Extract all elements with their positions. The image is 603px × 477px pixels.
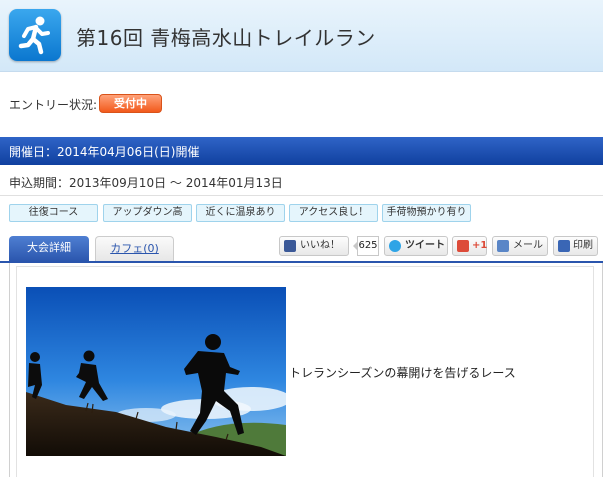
entry-status-badge: 受付中	[99, 94, 162, 113]
like-count: 625	[353, 236, 379, 256]
page-title: 第16回 青梅高水山トレイルラン	[76, 26, 376, 50]
tab-cafe-label: カフェ(0)	[110, 242, 159, 255]
print-label: 印刷	[573, 240, 593, 251]
event-caption: トレランシーズンの幕開けを告げるレース	[289, 366, 516, 380]
printer-icon	[558, 240, 570, 252]
tag-good-access[interactable]: アクセス良し！	[289, 204, 378, 222]
event-photo	[26, 287, 286, 456]
google-plus-button[interactable]: +1	[452, 236, 487, 256]
tag-hot-spring[interactable]: 近くに温泉あり	[196, 204, 285, 222]
app-logo	[9, 9, 61, 61]
event-date-band: 開催日：2014年04月06日(日)開催	[0, 137, 603, 165]
event-date: 開催日：2014年04月06日(日)開催	[9, 145, 200, 159]
gplus-label: +1	[472, 240, 488, 251]
application-period: 申込期間：2013年09月10日 〜 2014年01月13日	[9, 176, 283, 190]
tweet-button[interactable]: ツイート	[384, 236, 448, 256]
print-button[interactable]: 印刷	[553, 236, 598, 256]
like-label: いいね！	[300, 240, 340, 251]
divider	[0, 195, 603, 196]
mail-button[interactable]: メール	[492, 236, 548, 256]
google-plus-icon	[457, 240, 469, 252]
tab-event-details[interactable]: 大会詳細	[9, 236, 89, 262]
entry-status-label: エントリー状況:	[9, 98, 98, 112]
header: 第16回 青梅高水山トレイルラン	[0, 0, 603, 72]
tag-round-trip-course[interactable]: 往復コース	[9, 204, 98, 222]
tag-luggage-storage[interactable]: 手荷物預かり有り	[382, 204, 471, 222]
twitter-icon	[389, 240, 401, 252]
facebook-icon	[284, 240, 296, 252]
mail-icon	[497, 240, 509, 252]
tag-high-elevation[interactable]: アップダウン高	[103, 204, 192, 222]
runner-icon	[18, 16, 50, 55]
mail-label: メール	[513, 240, 543, 251]
tweet-label: ツイート	[405, 240, 445, 251]
page: 第16回 青梅高水山トレイルラン エントリー状況: 受付中 開催日：2014年0…	[0, 0, 603, 477]
tab-cafe[interactable]: カフェ(0)	[95, 236, 174, 262]
facebook-like-button[interactable]: いいね！	[279, 236, 349, 256]
